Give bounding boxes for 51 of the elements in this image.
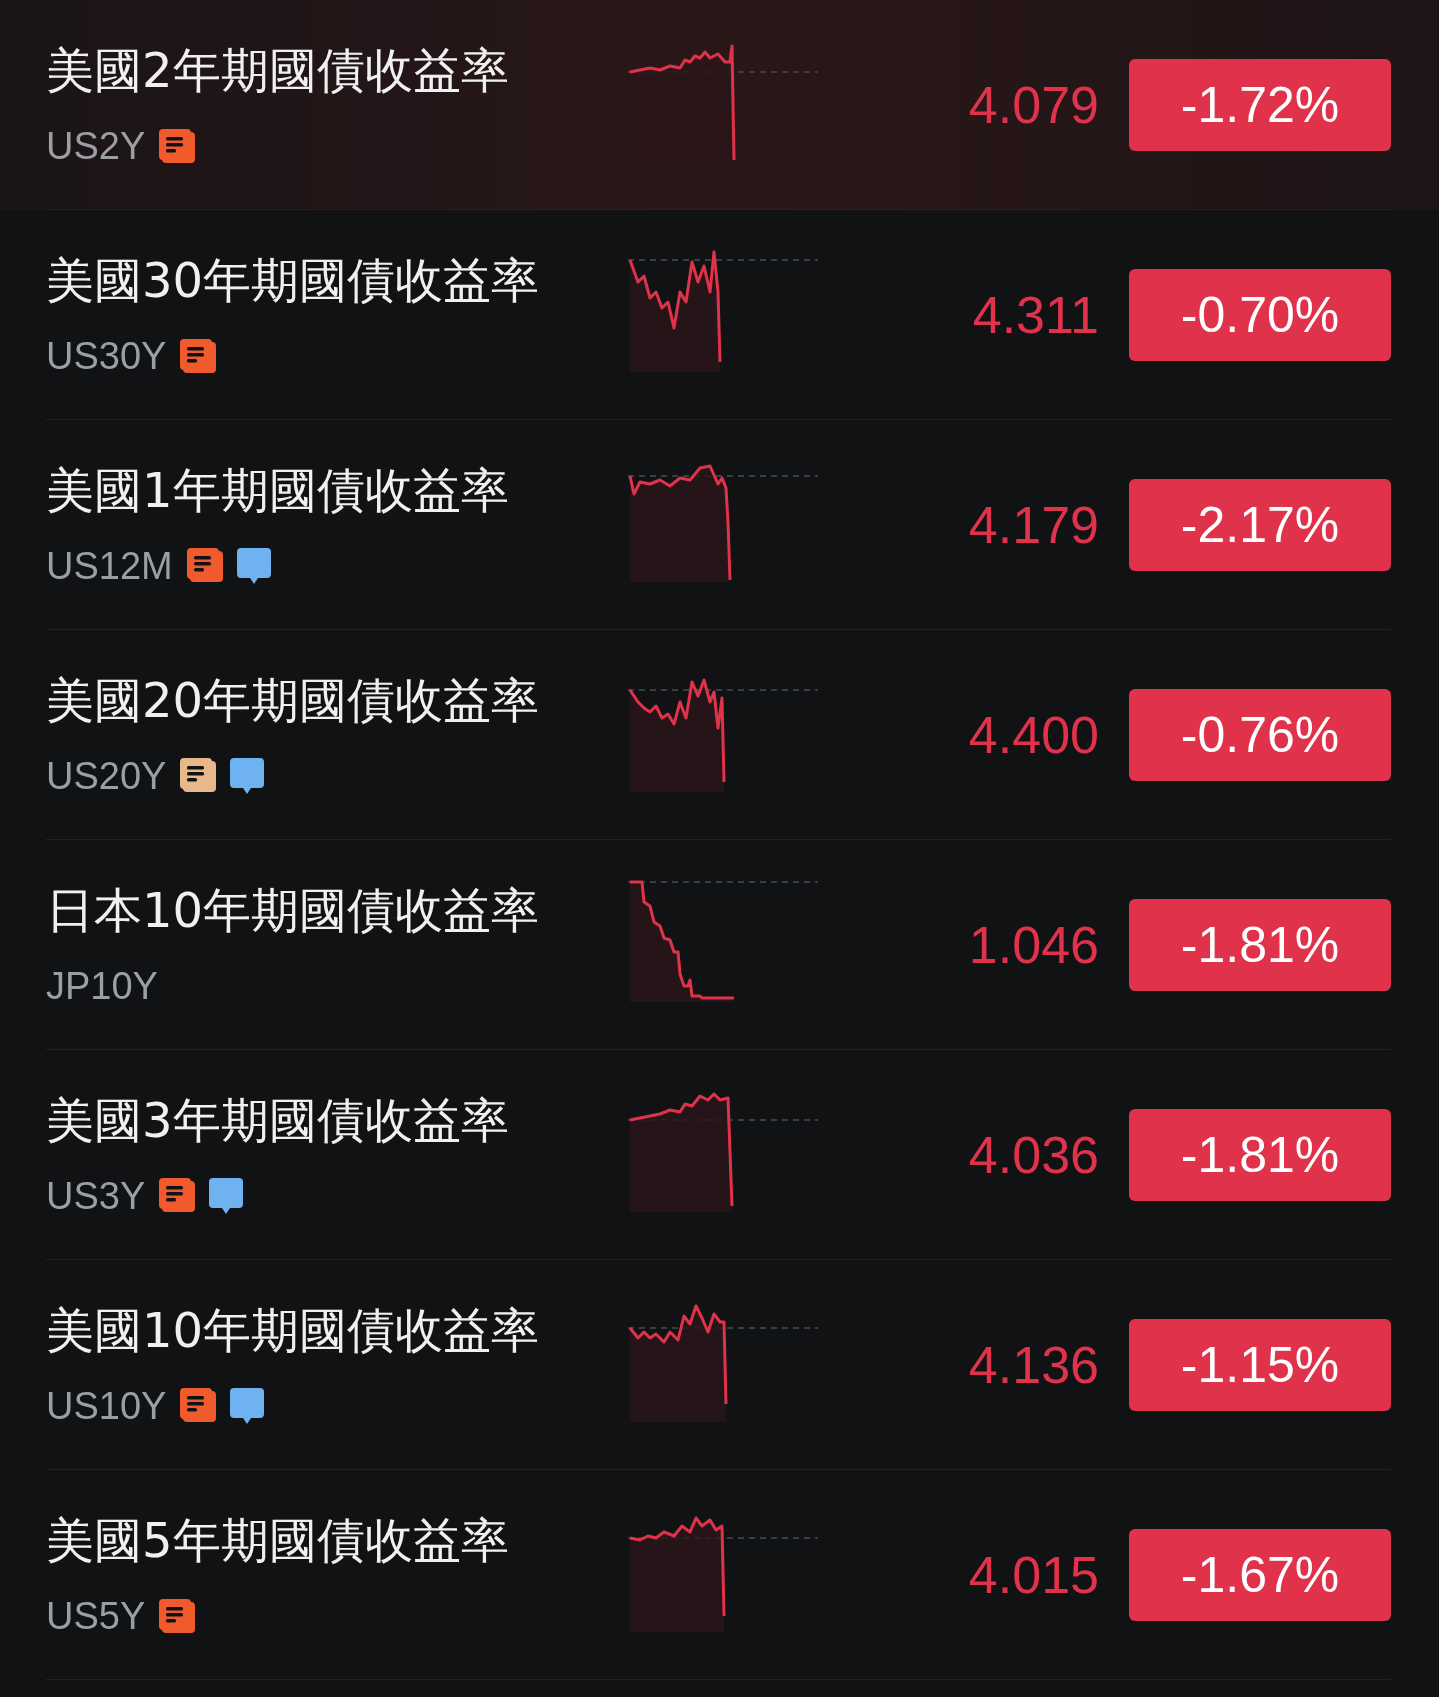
change-badge[interactable]: -0.70%	[1129, 269, 1391, 361]
comment-icon[interactable]	[209, 1178, 244, 1214]
bond-name: 美國30年期國債收益率	[46, 252, 541, 308]
news-icon[interactable]	[180, 339, 217, 373]
bond-name: 日本10年期國債收益率	[46, 882, 541, 938]
bond-name: 美國5年期國債收益率	[46, 1512, 510, 1568]
quote-row[interactable]: 美國30年期國債收益率 US30Y 4.311 -0.70%	[0, 210, 1439, 420]
quote-row[interactable]: 日本10年期國債收益率 JP10Y 1.046 -1.81%	[0, 840, 1439, 1050]
news-icon[interactable]	[159, 129, 196, 163]
bond-name: 美國10年期國債收益率	[46, 1302, 541, 1358]
change-badge[interactable]: -1.15%	[1129, 1319, 1391, 1411]
price-value: 4.079	[967, 75, 1100, 135]
ticker-symbol: US5Y	[46, 1594, 146, 1638]
bond-name: 美國3年期國債收益率	[46, 1092, 510, 1148]
ticker-symbol: US20Y	[46, 754, 167, 798]
change-badge[interactable]: -0.76%	[1129, 689, 1391, 781]
ticker-symbol: US10Y	[46, 1384, 167, 1428]
ticker-symbol: US12M	[46, 544, 173, 588]
price-value: 4.179	[967, 495, 1100, 555]
quote-row[interactable]: 美國3年期國債收益率 US3Y 4.036 -1.81%	[0, 1050, 1439, 1260]
price-value: 4.311	[971, 285, 1100, 345]
quote-row[interactable]: 美國10年期國債收益率 US10Y 4.136 -1.15%	[0, 1260, 1439, 1470]
news-icon[interactable]	[159, 1599, 196, 1633]
ticker-symbol: US3Y	[46, 1174, 146, 1218]
ticker-symbol: US2Y	[46, 124, 146, 168]
news-icon[interactable]	[186, 548, 223, 582]
ticker-symbol: JP10Y	[46, 964, 158, 1008]
bond-name: 美國1年期國債收益率	[46, 462, 510, 518]
ticker-symbol: US30Y	[46, 334, 167, 378]
bond-name: 美國2年期國債收益率	[46, 42, 510, 98]
change-badge[interactable]: -2.17%	[1129, 479, 1391, 571]
news-icon[interactable]	[180, 1388, 217, 1422]
change-badge[interactable]: -1.81%	[1129, 899, 1391, 991]
quote-row[interactable]: 美國5年期國債收益率 US5Y 4.015 -1.67%	[0, 1470, 1439, 1680]
price-value: 1.046	[967, 915, 1100, 975]
change-badge[interactable]: -1.81%	[1129, 1109, 1391, 1201]
price-value: 4.036	[967, 1125, 1100, 1185]
change-badge[interactable]: -1.67%	[1129, 1529, 1391, 1621]
news-icon[interactable]	[159, 1178, 196, 1212]
price-value: 4.015	[967, 1545, 1100, 1605]
comment-icon[interactable]	[230, 1388, 265, 1424]
quote-row[interactable]: 美國20年期國債收益率 US20Y 4.400 -0.76%	[0, 630, 1439, 840]
comment-icon[interactable]	[236, 548, 271, 584]
price-value: 4.136	[967, 1335, 1100, 1395]
bond-name: 美國20年期國債收益率	[46, 672, 541, 728]
quote-row[interactable]: 美國1年期國債收益率 US12M 4.179 -2.17%	[0, 420, 1439, 630]
price-value: 4.400	[967, 705, 1100, 765]
quote-row[interactable]: 美國2年期國債收益率 US2Y 4.079 -1.72%	[0, 0, 1439, 210]
comment-icon[interactable]	[230, 758, 265, 794]
change-badge[interactable]: -1.72%	[1129, 59, 1391, 151]
news-icon[interactable]	[180, 758, 217, 792]
